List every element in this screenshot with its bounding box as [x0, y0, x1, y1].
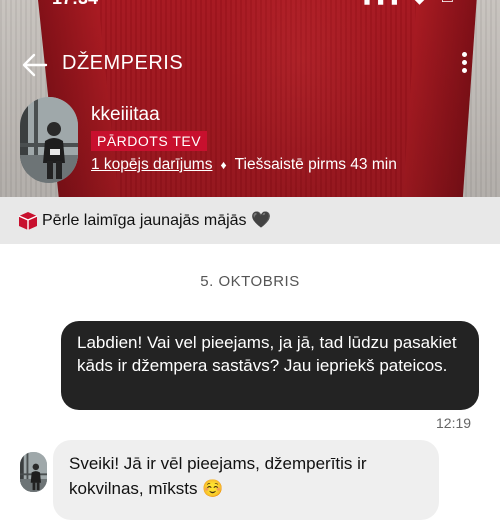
message-time: 12:19: [436, 415, 472, 431]
back-button[interactable]: [20, 50, 50, 80]
status-time: 17:34: [52, 0, 98, 9]
status-icons: ▮▮▮ ◆ ▭: [363, 0, 460, 7]
seller-username[interactable]: kkeiiitaa: [91, 104, 160, 126]
status-badge: PĀRDOTS TEV: [91, 131, 208, 151]
seller-meta: 1 kopējs darījums ♦ Tiešsaistē pirms 43 mi…: [91, 156, 397, 174]
avatar[interactable]: [20, 97, 78, 183]
avatar-photo: [20, 452, 47, 492]
avatar-photo: [20, 97, 78, 183]
promo-text: Pērle laimīga jaunajās mājās 🖤: [42, 212, 271, 229]
avatar[interactable]: [20, 452, 47, 492]
wifi-icon: ◆: [414, 0, 431, 6]
status-bar: 17:34 ▮▮▮ ◆ ▭: [0, 0, 500, 8]
page-title: DŽEMPERIS: [62, 52, 184, 74]
online-status: Tiešsaistē pirms 43 min: [234, 156, 397, 173]
promo-bar: Pērle laimīga jaunajās mājās 🖤: [0, 197, 500, 244]
arrow-left-icon: [22, 53, 48, 77]
package-icon: [18, 212, 38, 230]
battery-icon: ▭: [441, 0, 460, 6]
message-outgoing[interactable]: Labdien! Vai vel pieejams, ja jā, tad lū…: [61, 321, 479, 410]
date-separator: 5. OKTOBRIS: [200, 273, 300, 290]
transactions-link[interactable]: 1 kopējs darījums: [91, 156, 212, 173]
message-incoming[interactable]: Sveiki! Jā ir vēl pieejams, džemperītis …: [53, 440, 439, 520]
signal-icon: ▮▮▮: [363, 0, 404, 6]
more-vertical-icon[interactable]: [456, 52, 472, 78]
separator-icon: ♦: [220, 158, 227, 172]
conversation-header: 17:34 ▮▮▮ ◆ ▭ DŽEMPERIS kkeiiitaa PĀRDOT…: [0, 0, 500, 197]
